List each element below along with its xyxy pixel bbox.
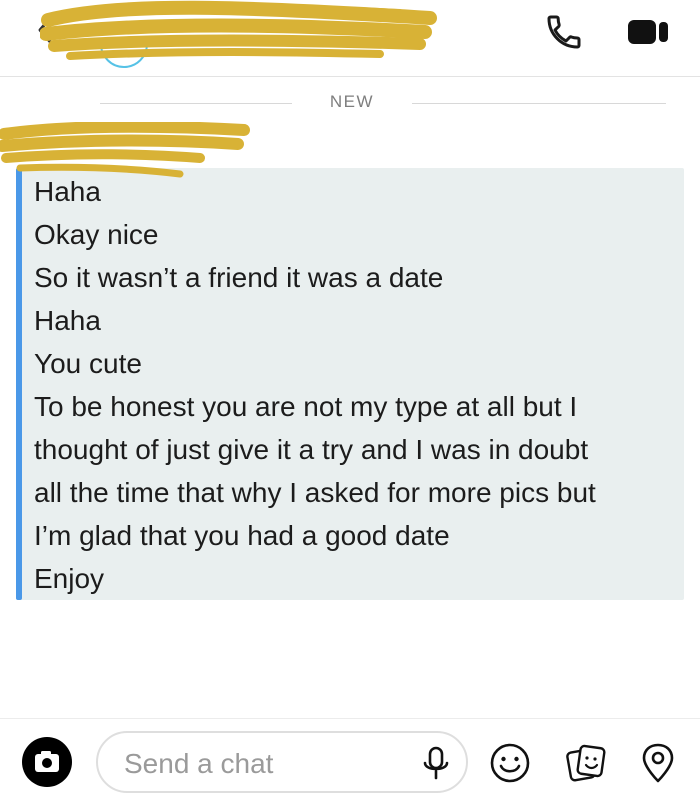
camera-icon <box>35 751 59 772</box>
sticker-icon <box>566 744 606 782</box>
emoji-button[interactable] <box>488 741 532 785</box>
call-button[interactable] <box>544 12 584 52</box>
message-line: Okay nice <box>34 219 159 250</box>
chat-input[interactable] <box>122 743 406 785</box>
message-line: Haha <box>34 305 101 336</box>
message-lines: Haha Okay nice So it wasn’t a friend it … <box>34 170 674 600</box>
phone-icon <box>547 15 581 49</box>
video-camera-icon <box>628 20 668 44</box>
smiley-icon <box>490 743 530 783</box>
message-line: all the time that why I asked for more p… <box>34 477 596 508</box>
message-line: So it wasn’t a friend it was a date <box>34 262 444 293</box>
location-button[interactable] <box>636 741 680 785</box>
new-messages-divider: NEW <box>100 92 666 116</box>
message-line: You cute <box>34 348 142 379</box>
location-pin-icon <box>642 743 674 783</box>
name-redaction-scribble <box>40 0 437 60</box>
divider-line-left <box>100 103 292 104</box>
microphone-icon <box>423 746 449 780</box>
video-call-button[interactable] <box>626 14 670 50</box>
sender-color-bar <box>16 168 22 600</box>
camera-button[interactable] <box>22 737 72 787</box>
microphone-button[interactable] <box>416 743 456 783</box>
sender-name-redaction-scribble <box>0 122 250 178</box>
divider-label: NEW <box>329 92 375 111</box>
divider-line-right <box>412 103 666 104</box>
message-line: Enjoy <box>34 563 105 594</box>
message-block[interactable]: Haha Okay nice So it wasn’t a friend it … <box>16 168 684 600</box>
message-line: To be honest you are not my type at all … <box>34 391 578 422</box>
chat-composer-bar <box>0 718 700 808</box>
message-line: I’m glad that you had a good date <box>34 520 450 551</box>
chat-input-wrapper[interactable] <box>96 731 468 793</box>
sticker-button[interactable] <box>564 741 608 785</box>
chat-header <box>0 0 700 77</box>
message-line: thought of just give it a try and I was … <box>34 434 589 465</box>
